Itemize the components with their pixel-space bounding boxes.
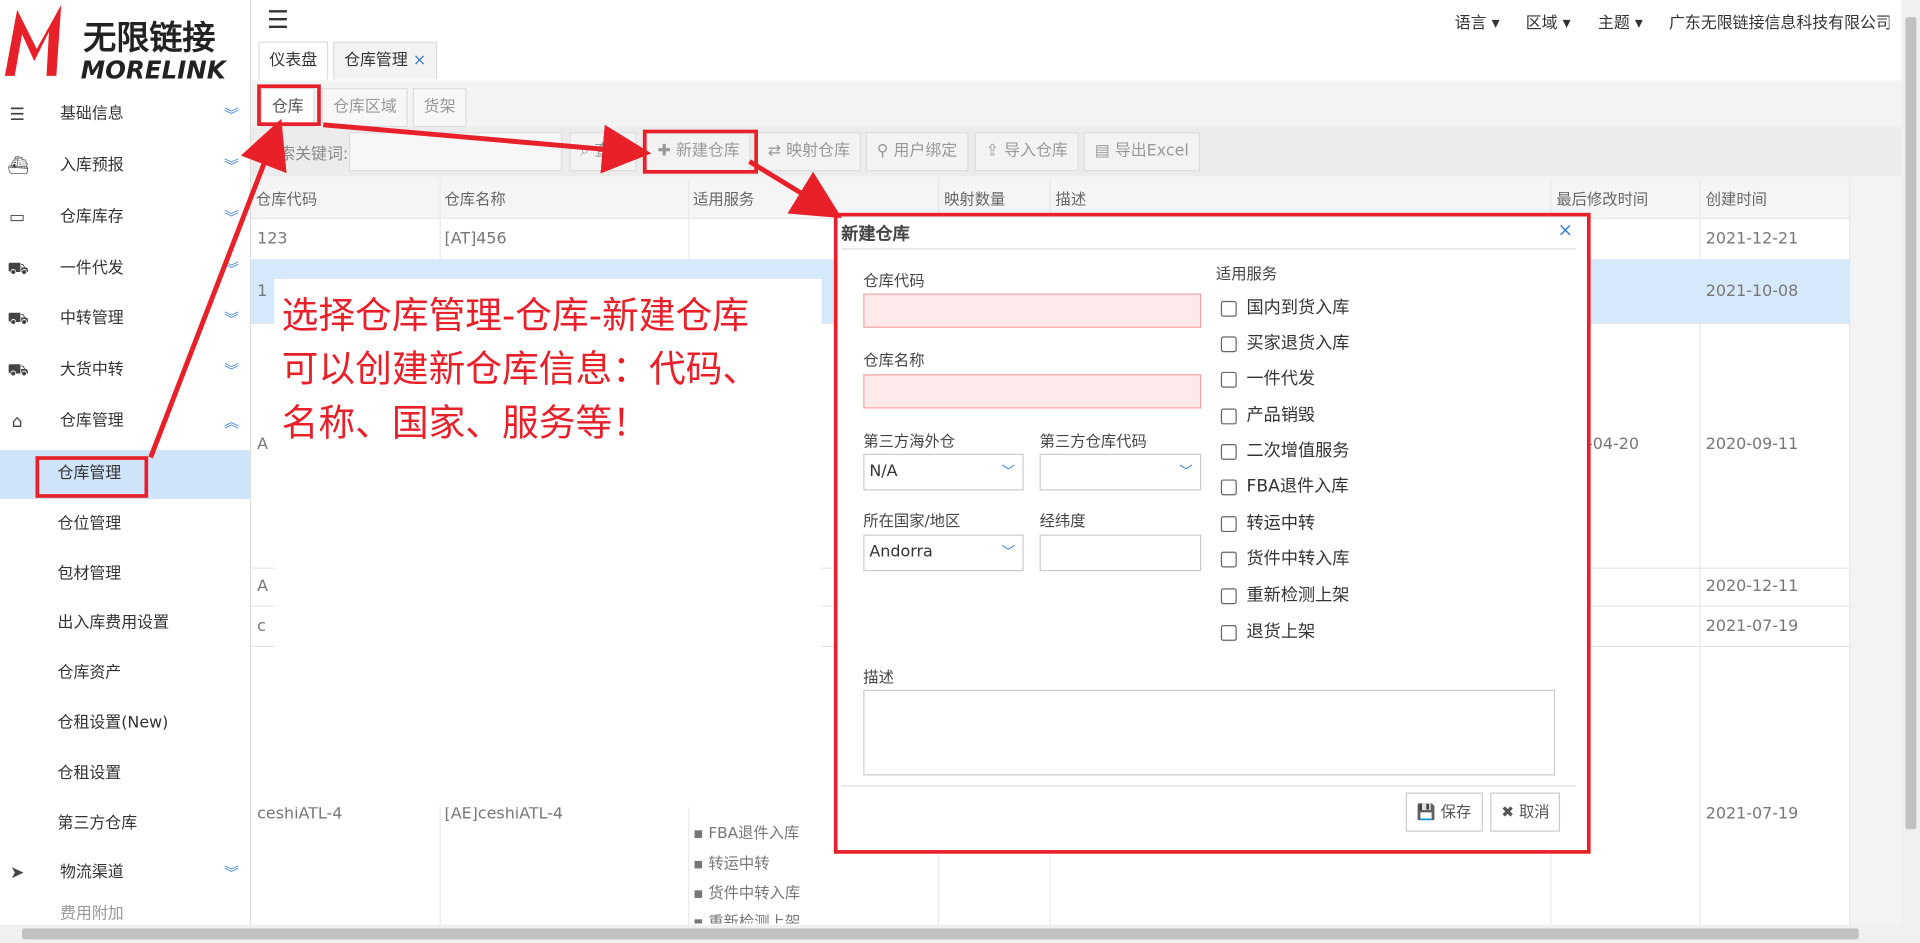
annotation-arrows <box>148 118 843 459</box>
horizontal-scrollbar[interactable] <box>0 924 1920 943</box>
vertical-scrollbar[interactable] <box>1901 0 1920 925</box>
